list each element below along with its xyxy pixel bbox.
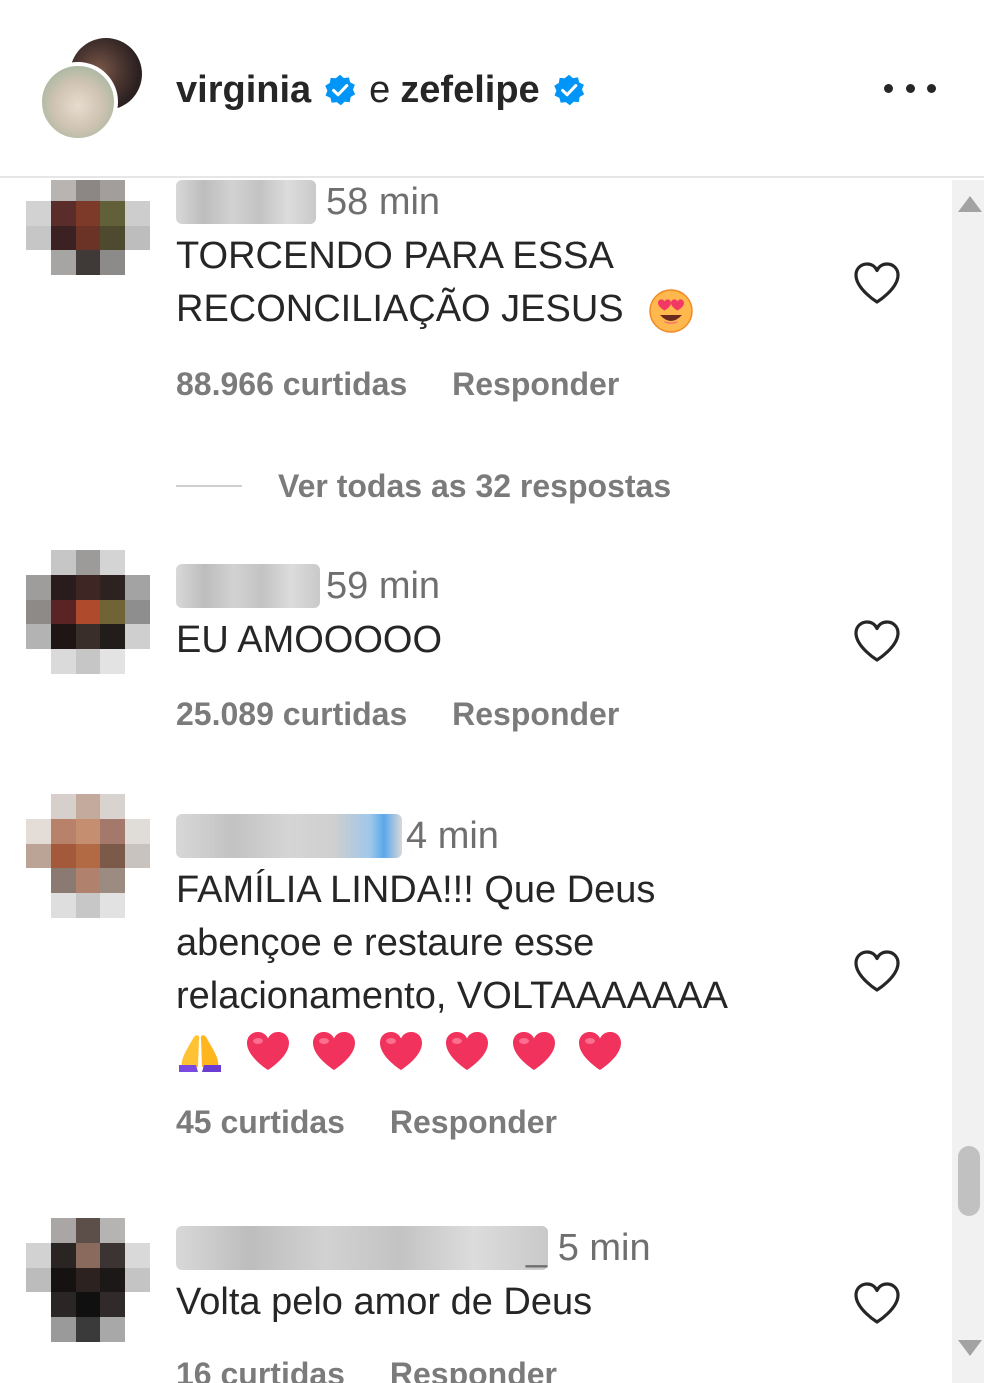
verified-badge-icon	[553, 74, 584, 106]
avatar-virginia[interactable]	[38, 62, 118, 142]
commenter-username-redacted[interactable]	[176, 180, 316, 224]
likes-count[interactable]: 16 curtidas	[176, 1356, 345, 1383]
like-heart-icon[interactable]	[852, 1280, 902, 1326]
likes-count[interactable]: 25.089 curtidas	[176, 696, 407, 732]
heart-eyes-emoji-icon	[649, 289, 693, 333]
verified-badge-icon	[325, 74, 356, 106]
comment-time: _ 5 min	[526, 1227, 651, 1269]
post-header: virginia e zefelipe	[0, 0, 984, 178]
view-replies[interactable]: Ver todas as 32 respostas	[176, 464, 671, 508]
like-heart-icon[interactable]	[852, 948, 902, 994]
like-heart-icon[interactable]	[852, 260, 902, 306]
comment-meta: 88.966 curtidas Responder	[176, 366, 619, 403]
replies-divider	[176, 485, 242, 487]
scroll-down-arrow-icon[interactable]	[958, 1340, 982, 1356]
scrollbar-thumb[interactable]	[958, 1146, 980, 1216]
reply-button[interactable]: Responder	[390, 1356, 557, 1383]
commenter-avatar[interactable]	[26, 794, 150, 918]
heart-emoji-icon	[313, 1031, 356, 1070]
likes-count[interactable]: 45 curtidas	[176, 1104, 345, 1140]
commenter-username-redacted[interactable]	[176, 1226, 548, 1270]
comment-text: EU AMOOOOO	[176, 619, 443, 661]
reply-button[interactable]: Responder	[452, 696, 619, 732]
heart-emoji-icon	[379, 1031, 422, 1070]
scrollbar[interactable]	[952, 180, 984, 1383]
commenter-username-redacted[interactable]	[176, 564, 320, 608]
comment-time: 58 min	[326, 181, 441, 223]
like-heart-icon[interactable]	[852, 618, 902, 664]
comment-list: 58 min TORCENDO PARA ESSA RECONCILIAÇÃO …	[0, 180, 950, 1383]
emoji-row	[176, 1023, 623, 1076]
username-virginia[interactable]: virginia	[176, 69, 311, 112]
comment-time: 59 min	[326, 565, 441, 607]
commenter-username-redacted[interactable]	[176, 814, 402, 858]
more-options-icon[interactable]	[884, 74, 936, 102]
reply-button[interactable]: Responder	[452, 366, 619, 402]
commenter-avatar[interactable]	[26, 550, 150, 674]
authors-joiner: e	[369, 68, 391, 111]
comment-text: TORCENDO PARA ESSA RECONCILIAÇÃO JESUS	[176, 230, 716, 336]
comment-text: FAMÍLIA LINDA!!! Que Deus abençoe e rest…	[176, 864, 796, 1076]
comment-meta: 45 curtidas Responder	[176, 1104, 557, 1141]
heart-emoji-icon	[446, 1031, 489, 1070]
comment-meta: 16 curtidas Responder	[176, 1356, 557, 1383]
heart-emoji-icon	[512, 1031, 555, 1070]
username-zefelipe[interactable]: zefelipe	[400, 69, 539, 112]
comment-time: 4 min	[406, 815, 499, 857]
view-replies-label[interactable]: Ver todas as 32 respostas	[278, 468, 671, 505]
joint-avatar[interactable]	[38, 36, 148, 142]
folded-hands-emoji-icon	[179, 1035, 221, 1072]
comment-meta: 25.089 curtidas Responder	[176, 696, 619, 733]
post-authors: virginia e zefelipe	[176, 62, 586, 118]
likes-count[interactable]: 88.966 curtidas	[176, 366, 407, 402]
commenter-avatar[interactable]	[26, 180, 150, 300]
scroll-up-arrow-icon[interactable]	[958, 196, 982, 212]
reply-button[interactable]: Responder	[390, 1104, 557, 1140]
comment-text: Volta pelo amor de Deus	[176, 1281, 593, 1323]
commenter-avatar[interactable]	[26, 1218, 150, 1342]
heart-emoji-icon	[246, 1031, 289, 1070]
heart-emoji-icon	[579, 1031, 622, 1070]
